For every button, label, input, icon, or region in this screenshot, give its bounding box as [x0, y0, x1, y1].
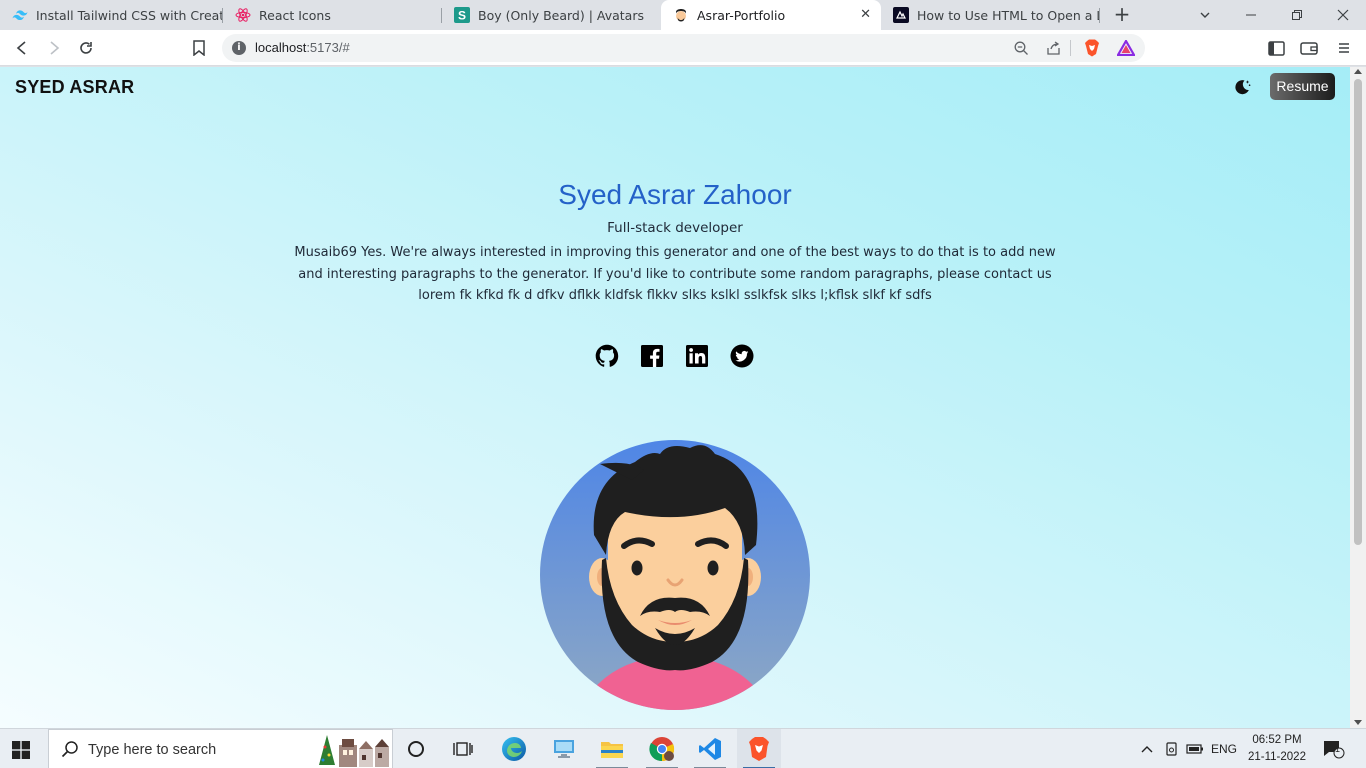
minimize-button[interactable]: [1240, 4, 1262, 26]
github-icon[interactable]: [594, 343, 620, 369]
scroll-down-arrow[interactable]: [1354, 720, 1362, 725]
notification-center-icon[interactable]: 1: [1322, 739, 1346, 759]
avatar: [540, 440, 810, 710]
address-bar[interactable]: i localhost:5173/#: [222, 34, 1145, 62]
zoom-icon[interactable]: [1010, 37, 1032, 59]
back-button[interactable]: [11, 37, 33, 59]
vscode-icon[interactable]: [688, 729, 732, 768]
tailwind-icon: [12, 7, 28, 23]
url-text: localhost:5173/#: [255, 40, 350, 55]
chrome-icon[interactable]: [640, 729, 684, 768]
windows-start-icon[interactable]: [12, 741, 30, 759]
notification-count: 1: [1335, 744, 1341, 754]
avatar-favicon: [673, 7, 689, 23]
freecodecamp-icon: [893, 7, 909, 23]
tab-title: How to Use HTML to Open a Link: [917, 7, 1099, 23]
facebook-icon[interactable]: [639, 343, 665, 369]
taskbar-search-box[interactable]: Type here to search: [48, 729, 393, 768]
wallet-icon[interactable]: [1298, 37, 1320, 59]
social-links: [594, 343, 764, 369]
hero-description: Musaib69 Yes. We're always interested in…: [294, 245, 1056, 303]
tab-tailwind[interactable]: Install Tailwind CSS with Create Re: [0, 0, 222, 30]
reload-button[interactable]: [75, 37, 97, 59]
tab-title: Boy (Only Beard) | Avatars: [478, 7, 644, 23]
clock-date: 21-11-2022: [1248, 751, 1306, 763]
tab-react-icons[interactable]: React Icons: [223, 0, 441, 30]
scroll-up-arrow[interactable]: [1354, 69, 1362, 74]
hero-role: Full-stack developer: [607, 220, 743, 236]
close-window-button[interactable]: [1332, 4, 1354, 26]
brave-browser-icon[interactable]: [737, 729, 781, 768]
search-icon: [61, 740, 79, 762]
tab-search-chevron-icon[interactable]: [1194, 4, 1216, 26]
tab-separator: [1099, 8, 1100, 23]
url-host: localhost: [255, 40, 307, 55]
forward-button[interactable]: [43, 37, 65, 59]
windows-taskbar: Type here to search ENG 06:52 PM 21-11-2…: [0, 728, 1366, 768]
menu-icon[interactable]: [1333, 37, 1355, 59]
input-language[interactable]: ENG: [1210, 739, 1238, 759]
device-icon[interactable]: [1163, 739, 1181, 759]
react-icon: [235, 7, 251, 23]
bookmark-icon[interactable]: [188, 37, 210, 59]
moon-icon[interactable]: [1232, 77, 1252, 97]
resume-button[interactable]: Resume: [1270, 73, 1335, 100]
browser-tab-strip: Install Tailwind CSS with Create Re Reac…: [0, 0, 1366, 30]
brave-rewards-icon[interactable]: [1115, 37, 1137, 59]
file-explorer-icon[interactable]: [590, 729, 634, 768]
tab-freecodecamp[interactable]: How to Use HTML to Open a Link: [881, 0, 1099, 30]
tab-title: Asrar-Portfolio: [697, 7, 786, 23]
close-tab-icon[interactable]: ✕: [860, 7, 871, 22]
restore-button[interactable]: [1286, 4, 1308, 26]
twitter-icon[interactable]: [729, 343, 755, 369]
svg-text:S: S: [458, 9, 466, 23]
show-hidden-icons-chevron[interactable]: [1139, 739, 1155, 759]
tab-title: React Icons: [259, 7, 331, 23]
scrollbar-thumb[interactable]: [1354, 79, 1362, 545]
cortana-icon[interactable]: [394, 729, 438, 768]
sidebar-toggle-icon[interactable]: [1265, 37, 1287, 59]
tab-title: Install Tailwind CSS with Create Re: [36, 7, 222, 23]
tab-avatars[interactable]: S Boy (Only Beard) | Avatars: [442, 0, 660, 30]
page-viewport: SYED ASRAR Resume Syed Asrar Zahoor Full…: [0, 67, 1350, 728]
tab-asrar-portfolio[interactable]: Asrar-Portfolio ✕: [661, 0, 881, 30]
hero-name: Syed Asrar Zahoor: [558, 179, 792, 210]
search-placeholder: Type here to search: [88, 742, 217, 758]
share-icon[interactable]: [1042, 37, 1064, 59]
omnibox-divider: [1070, 40, 1071, 56]
site-brand[interactable]: SYED ASRAR: [15, 77, 134, 98]
brave-shields-icon[interactable]: [1081, 37, 1103, 59]
site-info-icon[interactable]: i: [232, 41, 246, 55]
task-view-icon[interactable]: [441, 729, 485, 768]
this-pc-icon[interactable]: [542, 729, 586, 768]
edge-icon[interactable]: [492, 729, 536, 768]
linkedin-icon[interactable]: [684, 343, 710, 369]
taskbar-clock[interactable]: 06:52 PM 21-11-2022: [1246, 732, 1308, 766]
clock-time: 06:52 PM: [1252, 734, 1302, 746]
page-scrollbar[interactable]: [1350, 67, 1366, 728]
new-tab-button[interactable]: +: [1111, 4, 1133, 26]
browser-toolbar: i localhost:5173/#: [0, 30, 1366, 66]
battery-icon[interactable]: [1186, 739, 1204, 759]
url-path: :5173/#: [306, 40, 350, 55]
s-logo-icon: S: [454, 7, 470, 23]
search-highlight-image: [315, 733, 391, 768]
